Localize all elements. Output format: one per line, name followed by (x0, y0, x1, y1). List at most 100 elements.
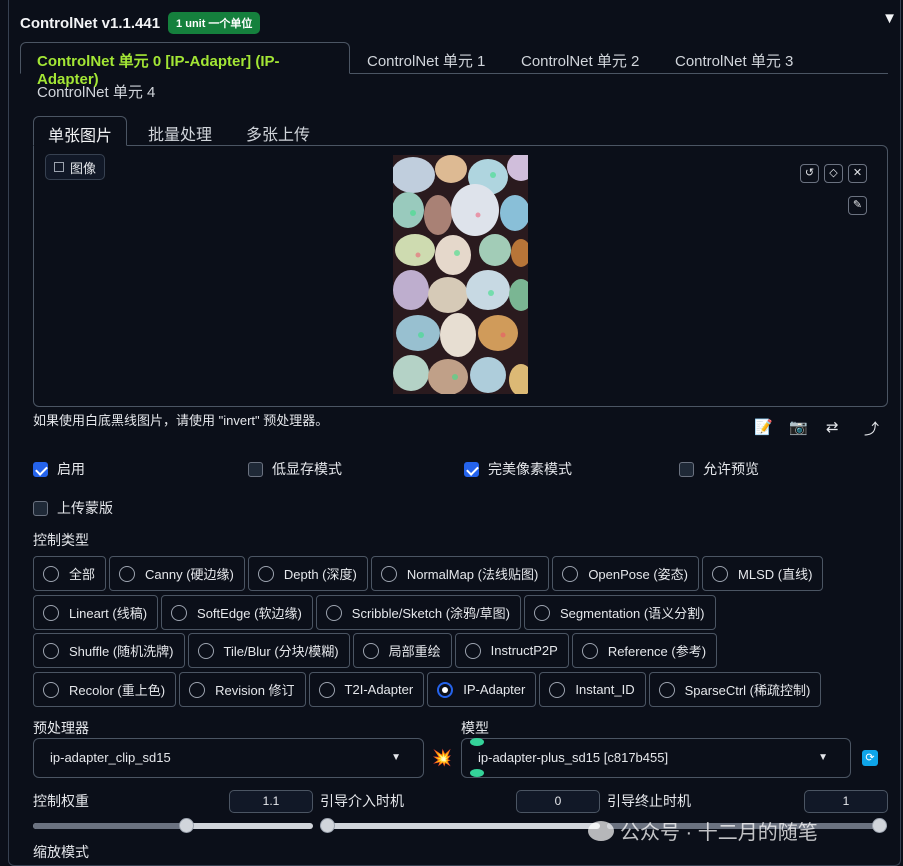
checkbox-box (33, 500, 48, 516)
explosion-icon[interactable]: 💥 (432, 748, 452, 768)
preprocessor-select[interactable]: ip-adapter_clip_sd15 ▼ (33, 738, 424, 778)
end-slider-handle[interactable] (872, 818, 887, 833)
upload-mask-checkbox[interactable]: 上传蒙版 (33, 498, 113, 518)
radio-instructp2p[interactable]: InstructP2P (454, 633, 569, 668)
radio-canny[interactable]: Canny (硬边缘) (109, 556, 245, 591)
radio-dot (464, 642, 481, 659)
low-vram-checkbox[interactable]: 低显存模式 (248, 459, 342, 479)
radio-reference[interactable]: Reference (参考) (571, 633, 718, 668)
refresh-icon[interactable]: ⟳ (862, 750, 878, 766)
radio-dot (562, 565, 579, 582)
radio-depth[interactable]: Depth (深度) (247, 556, 368, 591)
weight-input[interactable]: 1.1 (229, 790, 313, 813)
undo-icon[interactable]: ↺ (800, 164, 819, 183)
radio-softedge[interactable]: SoftEdge (软边缘) (161, 595, 313, 630)
radio-dot (380, 565, 397, 582)
radio-dot (325, 604, 342, 621)
radio-dot (318, 681, 335, 698)
tab-single-image[interactable]: 单张图片 (33, 116, 128, 146)
radio-dot (362, 642, 379, 659)
radio-dot (43, 565, 59, 582)
tab-unit-2[interactable]: ControlNet 单元 2 (521, 50, 639, 71)
radio-ip-adapter[interactable]: IP-Adapter (427, 672, 537, 707)
enable-checkbox[interactable]: 启用 (33, 459, 85, 479)
control-type-row-2: Lineart (线稿) SoftEdge (软边缘) Scribble/Ske… (33, 595, 716, 630)
radio-dot (257, 565, 274, 582)
radio-instant-id[interactable]: Instant_ID (539, 672, 646, 707)
start-slider[interactable] (320, 818, 600, 833)
resize-mode-label: 缩放模式 (33, 844, 89, 860)
radio-dot (197, 642, 214, 659)
radio-dot (712, 565, 729, 582)
uploaded-image (393, 155, 528, 394)
allow-preview-checkbox[interactable]: 允许预览 (679, 459, 759, 479)
close-icon[interactable]: ✕ (848, 164, 867, 183)
radio-mlsd[interactable]: MLSD (直线) (702, 556, 824, 591)
chevron-down-icon: ▼ (391, 752, 401, 763)
checkbox-box (679, 461, 694, 477)
weight-slider[interactable] (33, 818, 313, 833)
model-select[interactable]: ip-adapter-plus_sd15 [c817b455] ▼ (461, 738, 851, 778)
chevron-down-icon: ▼ (818, 752, 828, 763)
radio-dot (43, 681, 59, 698)
radio-segmentation[interactable]: Segmentation (语义分割) (524, 595, 716, 630)
preprocessor-label: 预处理器 (33, 720, 89, 736)
start-input[interactable]: 0 (516, 790, 600, 813)
radio-openpose[interactable]: OpenPose (姿态) (552, 556, 700, 591)
gem-icon (470, 769, 484, 777)
control-type-row-3: Shuffle (随机洗牌) Tile/Blur (分块/模糊) 局部重绘 In… (33, 633, 718, 668)
start-label: 引导介入时机 (320, 793, 404, 809)
checkbox-box (464, 461, 479, 477)
radio-dot (658, 681, 675, 698)
radio-dot (581, 642, 598, 659)
radio-dot (43, 642, 59, 659)
end-label: 引导终止时机 (607, 793, 691, 809)
radio-tile-blur[interactable]: Tile/Blur (分块/模糊) (187, 633, 350, 668)
radio-dot-selected (437, 681, 454, 698)
radio-lineart[interactable]: Lineart (线稿) (33, 595, 159, 630)
pixel-perfect-checkbox[interactable]: 完美像素模式 (464, 459, 572, 479)
radio-inpaint[interactable]: 局部重绘 (352, 633, 452, 668)
panel-title: ControlNet v1.1.441 (20, 14, 161, 32)
start-slider-handle[interactable] (320, 818, 335, 833)
radio-sparsectrl[interactable]: SparseCtrl (稀疏控制) (648, 672, 822, 707)
new-canvas-icon[interactable]: 📝 (754, 418, 773, 436)
checkbox-box (33, 461, 48, 477)
camera-icon[interactable]: 📷 (789, 418, 808, 436)
radio-dot (171, 604, 188, 621)
radio-t2i-adapter[interactable]: T2I-Adapter (308, 672, 425, 707)
end-input[interactable]: 1 (804, 790, 888, 813)
radio-dot (534, 604, 550, 621)
radio-scribble[interactable]: Scribble/Sketch (涂鸦/草图) (315, 595, 521, 630)
model-label: 模型 (461, 720, 489, 736)
send-dimensions-icon[interactable]: ⤴ (864, 418, 879, 439)
image-icon (54, 162, 64, 172)
weight-slider-fill (33, 823, 187, 829)
unit-badge: 1 unit 一个单位 (168, 12, 261, 34)
radio-dot (119, 565, 136, 582)
watermark: 公众号 · 十二月的随笔 (588, 816, 818, 845)
control-type-row-4: Recolor (重上色) Revision 修订 T2I-Adapter IP… (33, 672, 822, 707)
radio-dot (549, 681, 566, 698)
radio-all[interactable]: 全部 (33, 556, 107, 591)
weight-label: 控制权重 (33, 793, 89, 809)
tab-unit-3[interactable]: ControlNet 单元 3 (675, 50, 793, 71)
panel-header[interactable]: ControlNet v1.1.441 1 unit 一个单位 (20, 12, 261, 34)
radio-dot (43, 604, 59, 621)
radio-revision[interactable]: Revision 修订 (179, 672, 306, 707)
control-type-label: 控制类型 (33, 532, 89, 548)
invert-hint: 如果使用白底黑线图片，请使用 "invert" 预处理器。 (33, 413, 329, 428)
tab-unit-1[interactable]: ControlNet 单元 1 (367, 50, 485, 71)
brush-icon[interactable]: ✎ (848, 196, 867, 215)
tab-unit-0[interactable]: ControlNet 单元 0 [IP-Adapter] (IP-Adapter… (20, 42, 350, 88)
swap-icon[interactable]: ⇄ (826, 418, 839, 436)
radio-recolor[interactable]: Recolor (重上色) (33, 672, 177, 707)
radio-dot (189, 681, 206, 698)
radio-shuffle[interactable]: Shuffle (随机洗牌) (33, 633, 185, 668)
weight-slider-handle[interactable] (178, 818, 194, 833)
wechat-icon (588, 820, 614, 841)
eraser-icon[interactable]: ◇ (824, 164, 843, 183)
triangle-down-icon[interactable]: ▼ (882, 10, 897, 27)
control-type-row-1: 全部 Canny (硬边缘) Depth (深度) NormalMap (法线贴… (33, 556, 824, 591)
radio-normalmap[interactable]: NormalMap (法线贴图) (370, 556, 550, 591)
